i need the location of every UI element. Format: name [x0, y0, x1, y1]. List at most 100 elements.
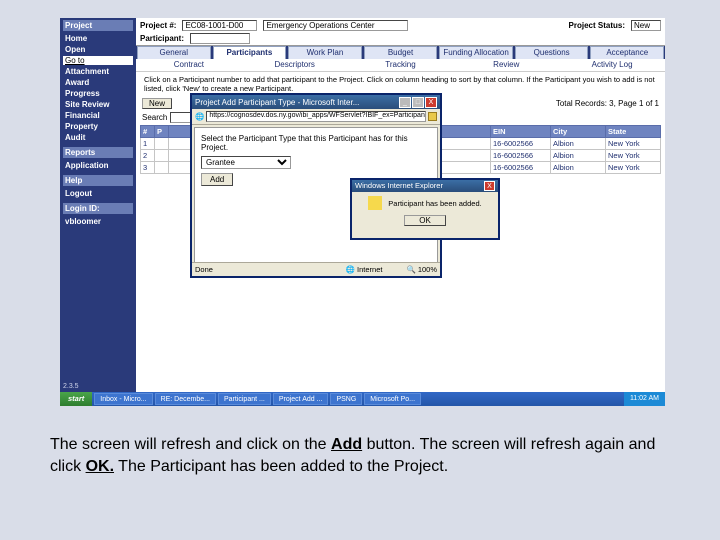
cell-state: New York — [606, 150, 661, 162]
cell-ein: 16-6002566 — [491, 162, 551, 174]
task-item[interactable]: RE: Decembe... — [155, 393, 216, 405]
participant-type-select[interactable]: Grantee — [201, 156, 291, 169]
tab-questions[interactable]: Questions — [515, 46, 589, 59]
task-item[interactable]: Participant ... — [218, 393, 271, 405]
sidebar-financial[interactable]: Financial — [63, 110, 133, 121]
minimize-icon[interactable]: _ — [399, 97, 411, 108]
cell-num: 3 — [141, 162, 155, 174]
version-text: 2.3.5 — [63, 383, 79, 390]
tab-row-1: General Participants Work Plan Budget Fu… — [136, 46, 665, 59]
popup-title-text: Project Add Participant Type - Microsoft… — [195, 98, 359, 107]
slide-caption: The screen will refresh and click on the… — [50, 434, 670, 478]
col-city[interactable]: City — [551, 126, 606, 138]
participant-label: Participant: — [140, 34, 184, 43]
subtab-tracking[interactable]: Tracking — [348, 59, 454, 71]
subtab-activitylog[interactable]: Activity Log — [559, 59, 665, 71]
login-id: vbloomer — [63, 216, 133, 227]
sidebar-help[interactable]: Help — [63, 175, 133, 186]
sidebar-home[interactable]: Home — [63, 33, 133, 44]
alert-title-text: Windows Internet Explorer — [355, 181, 443, 191]
globe-icon: 🌐 — [346, 265, 355, 274]
cell-city: Albion — [551, 162, 606, 174]
sidebar-attachment[interactable]: Attachment — [63, 66, 133, 77]
tab-general[interactable]: General — [137, 46, 211, 59]
popup-titlebar: Project Add Participant Type - Microsoft… — [192, 95, 440, 109]
alert-dialog: Windows Internet Explorer X Participant … — [350, 178, 500, 240]
task-item[interactable]: Microsoft Po... — [364, 393, 421, 405]
login-label: Login ID: — [63, 203, 133, 214]
status-done: Done — [195, 265, 213, 274]
alert-titlebar: Windows Internet Explorer X — [352, 180, 498, 192]
caption-ok: OK. — [86, 458, 114, 475]
sidebar: Project Home Open Go to Attachment Award… — [60, 18, 136, 406]
project-no-field[interactable]: EC08-1001-D00 — [182, 20, 257, 31]
task-item[interactable]: Project Add ... — [273, 393, 329, 405]
tab-workplan[interactable]: Work Plan — [288, 46, 362, 59]
sidebar-logout[interactable]: Logout — [63, 188, 133, 199]
url-field[interactable]: https://cognosdev.dos.ny.gov/ibi_apps/WF… — [206, 111, 426, 122]
project-status-label: Project Status: — [569, 21, 625, 30]
sidebar-open[interactable]: Open — [63, 44, 133, 55]
col-p[interactable]: P — [155, 126, 169, 138]
tab-funding[interactable]: Funding Allocation — [439, 46, 513, 59]
ok-button[interactable]: OK — [404, 215, 446, 226]
ie-favicon-icon: 🌐 — [195, 112, 204, 121]
cell-state: New York — [606, 138, 661, 150]
project-no-label: Project #: — [140, 21, 176, 30]
taskbar: start Inbox - Micro... RE: Decembe... Pa… — [60, 392, 665, 406]
sidebar-goto-link[interactable]: Go to — [63, 56, 133, 65]
cell-ein: 16-6002566 — [491, 138, 551, 150]
records-text: Total Records: 3, Page 1 of 1 — [556, 99, 659, 108]
lock-icon — [428, 112, 437, 121]
address-bar: 🌐 https://cognosdev.dos.ny.gov/ibi_apps/… — [192, 109, 440, 125]
sidebar-reports: Reports — [63, 147, 133, 158]
tab-participants[interactable]: Participants — [213, 46, 287, 59]
cell-ein: 16-6002566 — [491, 150, 551, 162]
tab-acceptance[interactable]: Acceptance — [590, 46, 664, 59]
project-name-field[interactable]: Emergency Operations Center — [263, 20, 408, 31]
system-tray[interactable]: 11:02 AM — [624, 392, 665, 406]
app-screenshot: Project Home Open Go to Attachment Award… — [60, 18, 665, 406]
caption-text: The Participant has been added to the Pr… — [114, 458, 448, 475]
maximize-icon[interactable]: □ — [412, 97, 424, 108]
col-num[interactable]: # — [141, 126, 155, 138]
col-state[interactable]: State — [606, 126, 661, 138]
caption-add: Add — [331, 436, 362, 453]
start-button[interactable]: start — [60, 392, 92, 406]
task-item[interactable]: Inbox - Micro... — [94, 393, 152, 405]
tab-budget[interactable]: Budget — [364, 46, 438, 59]
sidebar-award[interactable]: Award — [63, 77, 133, 88]
subtab-descriptors[interactable]: Descriptors — [242, 59, 348, 71]
tab-row-2: Contract Descriptors Tracking Review Act… — [136, 59, 665, 72]
cell-num: 2 — [141, 150, 155, 162]
cell-city: Albion — [551, 138, 606, 150]
sidebar-application[interactable]: Application — [63, 160, 133, 171]
sidebar-property[interactable]: Property — [63, 121, 133, 132]
alert-close-icon[interactable]: X — [484, 181, 495, 191]
status-internet: Internet — [357, 265, 382, 274]
warning-icon — [368, 196, 382, 210]
subtab-contract[interactable]: Contract — [136, 59, 242, 71]
participant-field[interactable] — [190, 33, 250, 44]
zoom-value[interactable]: 100% — [418, 265, 437, 274]
zoom-icon[interactable]: 🔍 — [406, 265, 415, 274]
add-button[interactable]: Add — [201, 173, 233, 186]
sidebar-title: Project — [63, 20, 133, 31]
cell-state: New York — [606, 162, 661, 174]
col-ein[interactable]: EIN — [491, 126, 551, 138]
sidebar-audit[interactable]: Audit — [63, 132, 133, 143]
new-button[interactable]: New — [142, 98, 172, 109]
alert-message: Participant has been added. — [388, 199, 481, 208]
project-status-field[interactable]: New — [631, 20, 661, 31]
clock: 11:02 AM — [630, 395, 659, 402]
search-label: Search — [142, 113, 167, 122]
close-icon[interactable]: X — [425, 97, 437, 108]
task-item[interactable]: PSNG — [330, 393, 362, 405]
cell-num: 1 — [141, 138, 155, 150]
sidebar-site-review[interactable]: Site Review — [63, 99, 133, 110]
caption-text: The screen will refresh and click on the — [50, 436, 331, 453]
sidebar-progress[interactable]: Progress — [63, 88, 133, 99]
subtab-review[interactable]: Review — [453, 59, 559, 71]
cell-city: Albion — [551, 150, 606, 162]
header: Project #: EC08-1001-D00 Emergency Opera… — [136, 18, 665, 46]
